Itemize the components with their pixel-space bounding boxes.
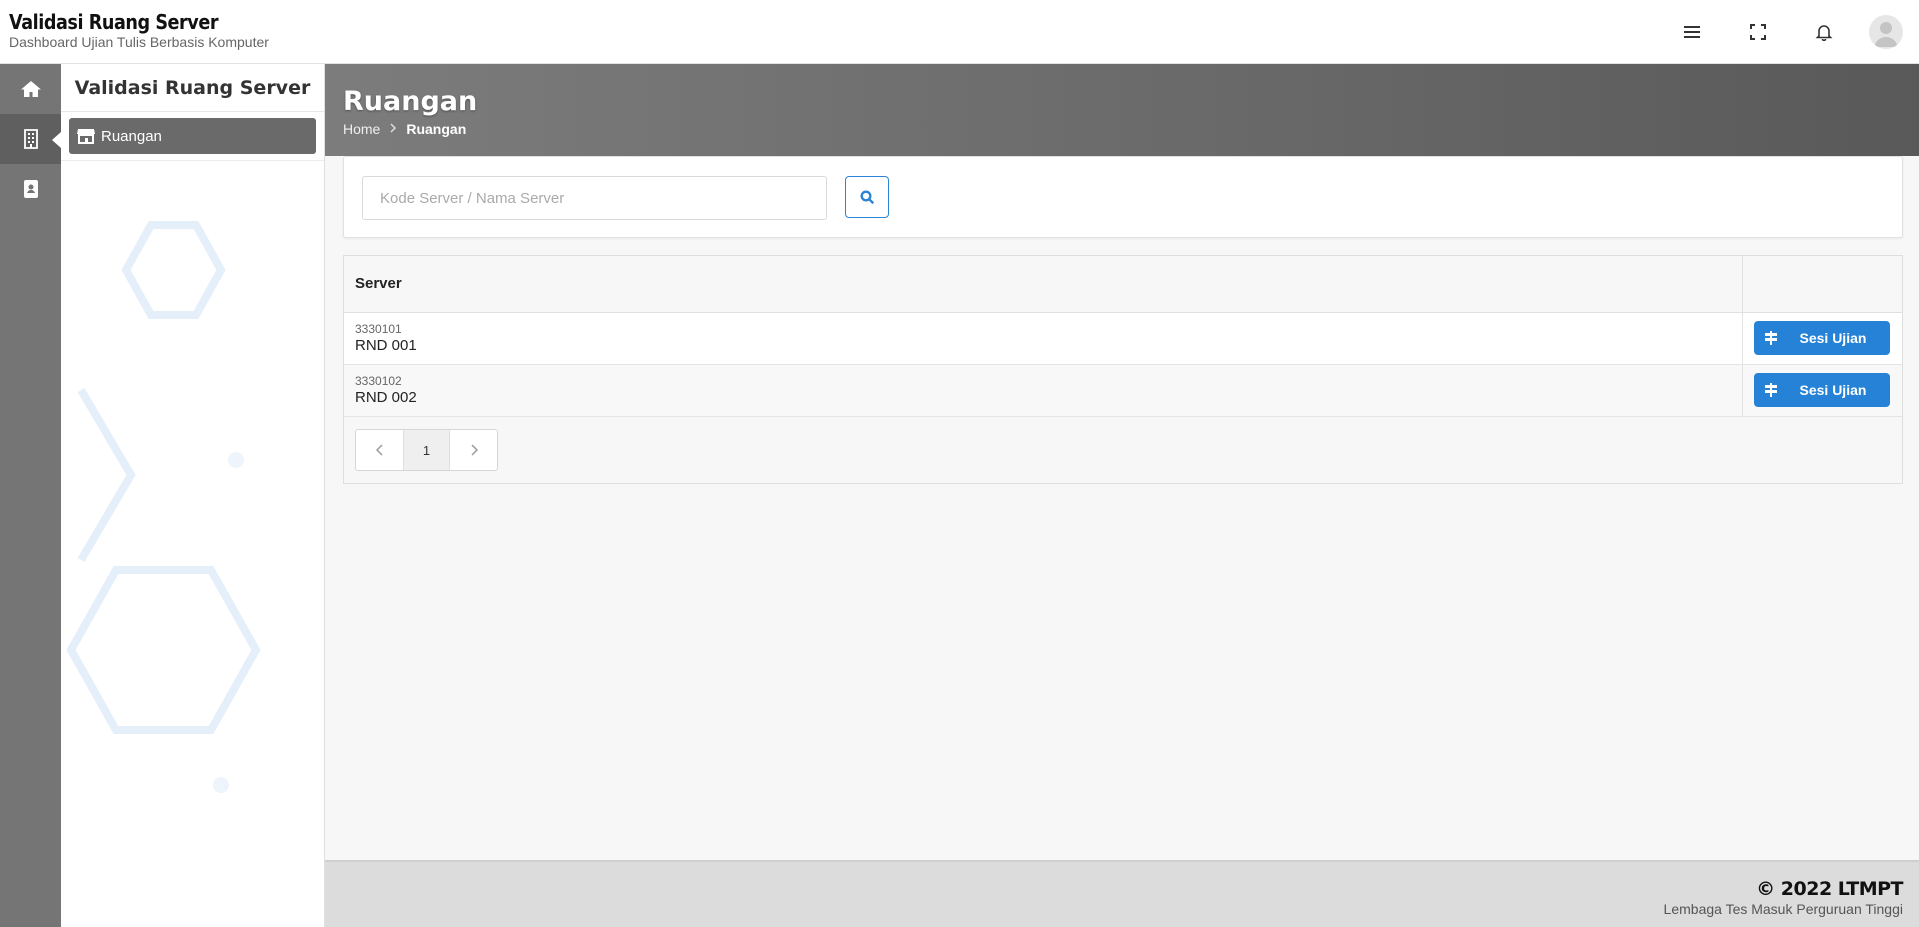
submenu-item-ruangan[interactable]: Ruangan [69, 118, 316, 154]
server-name: RND 001 [355, 336, 417, 354]
search-button[interactable] [845, 176, 889, 218]
signpost-icon [1764, 383, 1777, 397]
hamburger-icon [1684, 26, 1700, 38]
action-cell: Sesi Ujian [1741, 312, 1902, 365]
table-row: 3330102 RND 002 Sesi Ujian [344, 364, 1902, 417]
footer-org: Lembaga Tes Masuk Perguruan Tinggi [1663, 901, 1903, 917]
store-icon [77, 129, 95, 144]
column-header-server: Server [344, 256, 1742, 313]
sesi-ujian-button[interactable]: Sesi Ujian [1753, 321, 1890, 355]
hexagon-background-pattern [66, 221, 261, 793]
server-code: 3330102 [355, 373, 402, 388]
signpost-icon [1764, 331, 1777, 345]
expand-icon [1750, 24, 1766, 40]
fullscreen-button[interactable] [1725, 0, 1791, 64]
sesi-ujian-label: Sesi Ujian [1799, 330, 1867, 346]
server-cell: 3330102 RND 002 [344, 364, 1742, 417]
action-cell: Sesi Ujian [1741, 364, 1902, 417]
rail-item-building[interactable] [0, 114, 61, 164]
sesi-ujian-button[interactable]: Sesi Ujian [1753, 373, 1890, 407]
top-header: Validasi Ruang Server Dashboard Ujian Tu… [0, 0, 1919, 64]
page-title: Ruangan [343, 86, 478, 117]
bell-icon [1815, 25, 1833, 41]
server-code: 3330101 [355, 321, 402, 336]
server-name: RND 002 [355, 388, 417, 406]
sesi-ujian-label: Sesi Ujian [1799, 382, 1867, 398]
menu-toggle-button[interactable] [1659, 0, 1725, 64]
app-title: Validasi Ruang Server [9, 10, 219, 34]
rail-item-home[interactable] [0, 64, 61, 114]
main-content: Ruangan Home Ruangan Server [325, 64, 1919, 860]
table-row: 3330101 RND 001 Sesi Ujian [344, 312, 1902, 365]
contact-book-icon [23, 180, 38, 198]
search-icon [859, 189, 874, 204]
breadcrumb-current: Ruangan [406, 121, 467, 137]
submenu-panel: Validasi Ruang Server Ruangan [61, 64, 325, 927]
submenu-item-label: Ruangan [101, 127, 162, 145]
breadcrumb: Home Ruangan [343, 121, 1901, 137]
pagination-next-button[interactable] [450, 430, 497, 470]
pagination-page-button[interactable]: 1 [403, 430, 450, 470]
chevron-left-icon [375, 444, 383, 456]
top-actions [1659, 0, 1919, 64]
server-table: Server 3330101 RND 001 Sesi Ujian 333010… [344, 256, 1902, 417]
footer: © 2022 LTMPT Lembaga Tes Masuk Perguruan… [325, 860, 1919, 927]
rail-item-contacts[interactable] [0, 164, 61, 214]
building-icon [23, 129, 38, 149]
pagination-prev-button[interactable] [356, 430, 403, 470]
server-cell: 3330101 RND 001 [344, 312, 1742, 365]
table-header-row: Server [344, 256, 1902, 313]
pagination: 1 [355, 429, 498, 471]
chevron-right-icon [389, 122, 397, 136]
icon-rail [0, 64, 61, 927]
user-avatar-button[interactable] [1869, 15, 1903, 49]
submenu-title: Validasi Ruang Server [61, 64, 324, 112]
breadcrumb-home-link[interactable]: Home [343, 121, 380, 137]
search-card [343, 156, 1903, 238]
footer-copyright: © 2022 LTMPT [1756, 878, 1903, 900]
server-table-card: Server 3330101 RND 001 Sesi Ujian 333010… [343, 255, 1903, 484]
notifications-button[interactable] [1791, 0, 1857, 64]
home-icon [20, 81, 41, 97]
column-header-action [1741, 256, 1902, 313]
app-subtitle: Dashboard Ujian Tulis Berbasis Komputer [9, 34, 269, 50]
user-avatar-icon [1874, 22, 1898, 47]
chevron-right-icon [470, 444, 478, 456]
search-input[interactable] [362, 176, 827, 220]
page-banner: Ruangan Home Ruangan [325, 64, 1919, 156]
